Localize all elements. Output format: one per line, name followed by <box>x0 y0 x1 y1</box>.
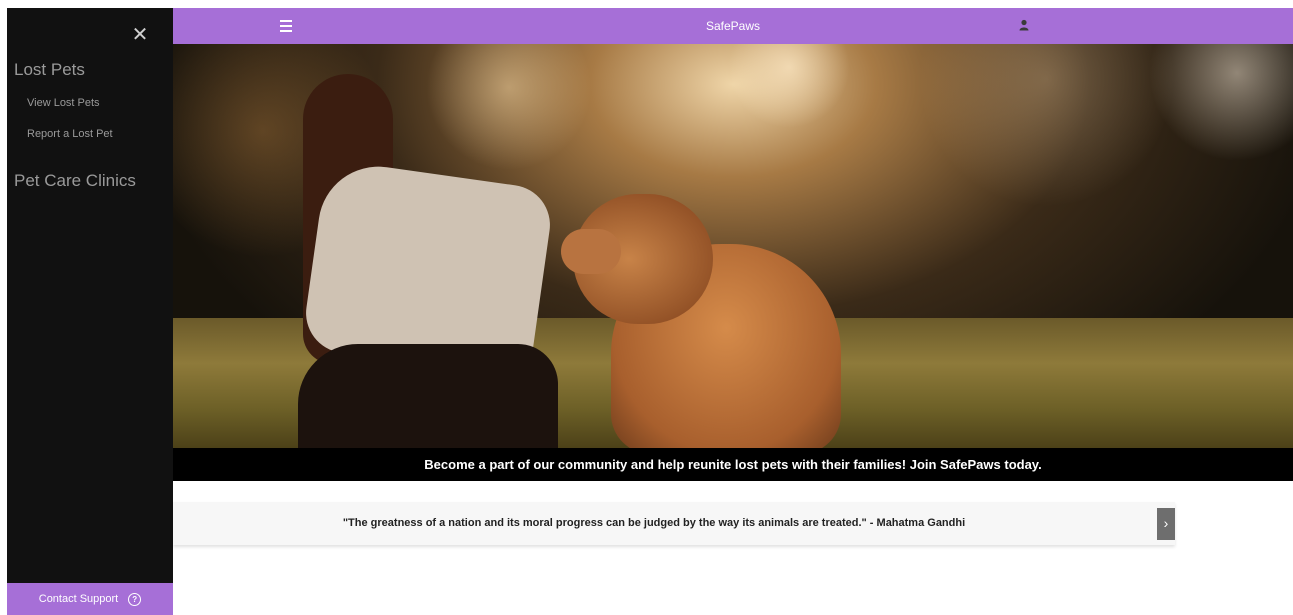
user-icon[interactable] <box>1018 19 1030 31</box>
top-navbar: SafePaws <box>173 8 1293 44</box>
contact-support-label: Contact Support <box>38 593 119 605</box>
close-icon[interactable]: ✕ <box>129 24 151 46</box>
sidebar-section-pet-care-clinics[interactable]: Pet Care Clinics <box>14 171 136 191</box>
contact-support-button[interactable]: Contact Support ? <box>7 583 173 615</box>
sidebar-section-lost-pets[interactable]: Lost Pets <box>14 60 85 80</box>
sidebar-item-report-lost-pet[interactable]: Report a Lost Pet <box>27 128 113 140</box>
quote-text: "The greatness of a nation and its moral… <box>342 517 966 529</box>
brand-title: SafePaws <box>705 19 761 33</box>
hero-image <box>173 44 1293 448</box>
sidebar-item-view-lost-pets[interactable]: View Lost Pets <box>27 97 100 109</box>
hero-caption: Become a part of our community and help … <box>173 448 1293 481</box>
sidebar: ✕ Lost Pets View Lost Pets Report a Lost… <box>7 8 173 615</box>
quote-carousel: "The greatness of a nation and its moral… <box>173 502 1175 545</box>
next-quote-button[interactable]: › <box>1157 508 1175 540</box>
hero-woman-legs <box>298 344 558 448</box>
question-circle-icon: ? <box>128 592 142 606</box>
hero-dog-snout <box>561 229 621 274</box>
